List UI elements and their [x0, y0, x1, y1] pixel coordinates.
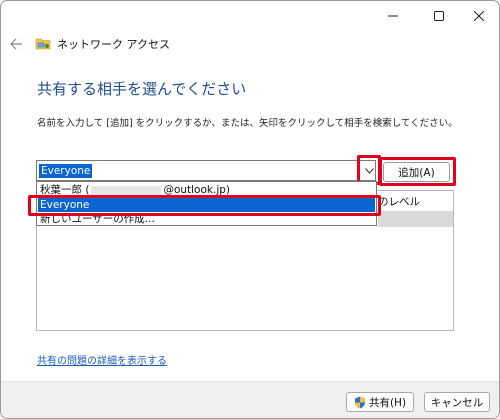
title-bar	[1, 1, 499, 31]
cancel-button[interactable]: キャンセル	[424, 392, 490, 412]
maximize-icon	[434, 11, 444, 21]
share-button-label: 共有(H)	[368, 396, 407, 409]
back-button[interactable]	[7, 34, 27, 54]
network-folder-icon	[35, 38, 51, 50]
combo-value: Everyone	[39, 164, 93, 178]
selected-row-remnant	[378, 211, 453, 227]
highlight-add-button	[379, 157, 456, 186]
permission-level-header: のレベル	[378, 196, 420, 208]
maximize-button[interactable]	[419, 1, 459, 31]
highlight-everyone-option	[28, 195, 381, 216]
dialog-window: ネットワーク アクセス 共有する相手を選んでください 名前を入力して [追加] …	[0, 0, 500, 419]
instruction-text: 名前を入力して [追加] をクリックするか、または、矢印をクリックして相手を検索…	[37, 118, 458, 129]
redacted-text	[91, 185, 162, 195]
window-title: ネットワーク アクセス	[57, 38, 170, 51]
close-icon	[474, 11, 484, 21]
shield-icon	[354, 396, 365, 408]
page-heading: 共有する相手を選んでください	[37, 80, 247, 98]
back-arrow-icon	[10, 38, 22, 50]
minimize-icon	[388, 15, 398, 17]
close-button[interactable]	[459, 1, 499, 31]
minimize-button[interactable]	[373, 1, 413, 31]
share-button[interactable]: 共有(H)	[346, 392, 414, 412]
nav-row: ネットワーク アクセス	[1, 31, 499, 57]
user-combobox[interactable]: Everyone	[36, 160, 376, 181]
sharing-problems-link[interactable]: 共有の問題の詳細を表示する	[37, 352, 167, 367]
